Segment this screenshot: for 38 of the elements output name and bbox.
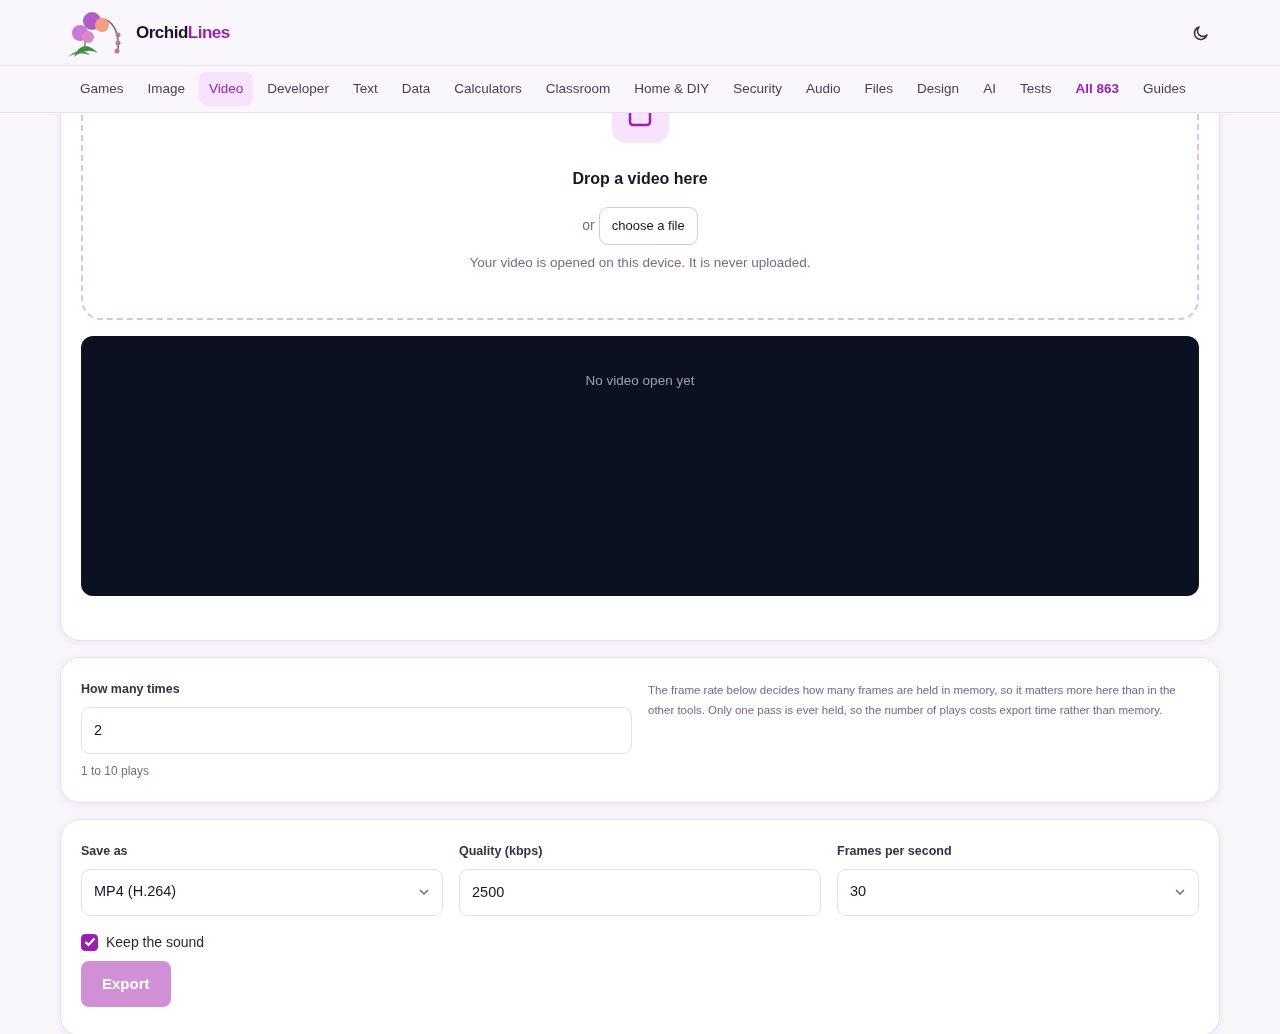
- nav-tab[interactable]: Audio: [796, 71, 851, 107]
- plays-input[interactable]: 2: [81, 706, 632, 754]
- select-field[interactable]: MP4 (H.264): [81, 868, 443, 916]
- moon-icon[interactable]: [1192, 23, 1210, 42]
- nav-tab[interactable]: Developer: [257, 71, 339, 107]
- nav-tab[interactable]: Guides: [1132, 71, 1196, 107]
- field-label: Frames per second: [837, 842, 953, 860]
- chevron-down-icon: [1174, 888, 1186, 896]
- nav-tab[interactable]: All 863: [1065, 71, 1129, 107]
- nav-tab[interactable]: Calculators: [444, 71, 532, 107]
- nav-tab[interactable]: Files: [854, 71, 904, 107]
- privacy-note: Your video is opened on this device. It is never uploaded.: [469, 253, 811, 272]
- or-text: or: [582, 216, 595, 236]
- brand-name[interactable]: OrchidLines: [136, 19, 230, 46]
- sound-checkbox[interactable]: [81, 933, 98, 951]
- field-hint: 1 to 10 plays: [81, 762, 151, 780]
- nav-tab[interactable]: Data: [391, 71, 441, 107]
- field-label: How many times: [81, 681, 181, 698]
- nav-tab[interactable]: Design: [907, 71, 970, 107]
- nav-tab[interactable]: Text: [342, 71, 388, 107]
- nav-tab[interactable]: Security: [723, 71, 793, 107]
- checkbox-label: Keep the sound: [106, 932, 205, 952]
- nav-tab[interactable]: Tests: [1009, 71, 1062, 107]
- field-label: Save as: [81, 842, 129, 860]
- nav-tab[interactable]: Video: [199, 71, 254, 107]
- field-label: Quality (kbps): [459, 842, 544, 860]
- chevron-down-icon: [418, 888, 430, 896]
- dropzone-title: Drop a video here: [572, 169, 708, 189]
- select-field[interactable]: 30: [837, 868, 1199, 916]
- nav-tab[interactable]: Games: [70, 71, 134, 107]
- choose-file-button[interactable]: choose a file: [598, 207, 698, 245]
- nav-tab[interactable]: Classroom: [535, 71, 621, 107]
- empty-message: No video open yet: [585, 372, 695, 390]
- input-field[interactable]: 2500: [459, 868, 821, 916]
- info-text: The frame rate below decides how many frames are held in memory, so it matters more here than in the other tools. Only one pass is ever held, so the number of plays costs export time rather than memory.: [648, 683, 1177, 718]
- nav-tab[interactable]: Image: [137, 71, 196, 107]
- nav-tab[interactable]: AI: [973, 71, 1006, 107]
- nav-tab[interactable]: Home & DIY: [624, 71, 720, 107]
